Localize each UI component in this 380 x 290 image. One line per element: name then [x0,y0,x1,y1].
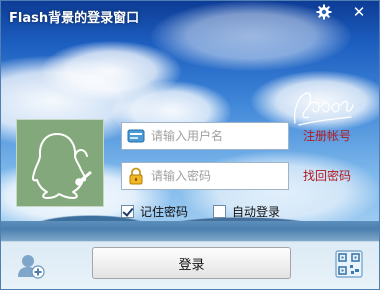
user-card-icon [127,129,145,143]
add-account-icon [18,255,45,279]
gear-icon [316,4,332,20]
add-account-button[interactable] [17,253,45,279]
login-window: Flash背景的登录窗口 ✕ 请输入用户名 注册帐号 找回密码 记住密码 自动登… [0,0,380,290]
qq-penguin-avatar-icon [32,133,92,199]
qr-code-icon [335,250,363,278]
auto-login-label: 自动登录 [232,205,281,219]
settings-button[interactable] [307,1,341,23]
remember-password-box[interactable] [121,205,134,218]
window-title: Flash背景的登录窗口 [9,11,140,26]
qr-code-login-button[interactable] [335,250,363,278]
close-button[interactable]: ✕ [342,1,376,23]
register-account-link[interactable]: 注册帐号 [303,127,351,144]
horizon [1,221,379,241]
lock-icon [129,167,143,185]
remember-password-label: 记住密码 [140,205,189,219]
auto-login-box[interactable] [213,205,226,218]
user-avatar[interactable] [16,119,104,207]
password-input[interactable] [151,169,281,183]
username-input[interactable] [151,129,281,143]
auto-login-checkbox[interactable]: 自动登录 [213,203,280,220]
signature-doodle [293,92,354,126]
username-field[interactable] [121,122,289,150]
remember-password-checkbox[interactable]: 记住密码 [121,203,188,220]
close-icon: ✕ [352,3,366,21]
login-button[interactable]: 登录 [92,247,291,279]
recover-password-link[interactable]: 找回密码 [303,167,351,184]
password-field[interactable] [121,162,289,190]
